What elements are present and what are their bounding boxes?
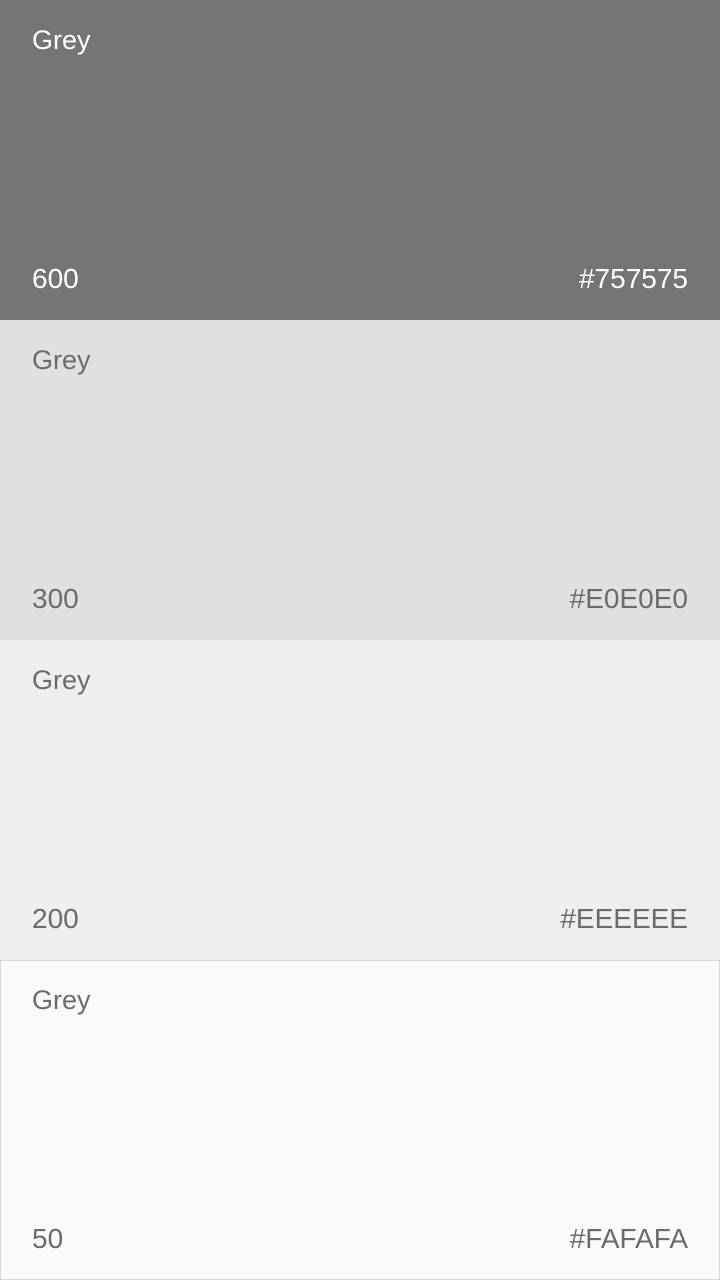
shade-label: 200 [32,903,79,934]
color-name-label: Grey [32,345,91,375]
hex-code-label: #FAFAFA [569,1223,688,1254]
color-swatch-grey-300[interactable]: Grey 300 #E0E0E0 [0,320,720,640]
color-name-label: Grey [32,25,91,55]
color-swatch-grey-200[interactable]: Grey 200 #EEEEEE [0,640,720,960]
hex-code-label: #757575 [578,263,688,294]
hex-code-label: #E0E0E0 [569,583,688,614]
hex-code-label: #EEEEEE [560,903,688,934]
color-name-label: Grey [32,665,91,695]
color-swatch-list: Grey 600 #757575 Grey 300 #E0E0E0 Grey 2… [0,0,720,1280]
shade-label: 50 [32,1223,64,1254]
color-swatch-grey-50[interactable]: Grey 50 #FAFAFA [0,960,720,1280]
color-name-label: Grey [32,985,91,1015]
shade-label: 600 [32,263,79,294]
color-swatch-grey-600[interactable]: Grey 600 #757575 [0,0,720,320]
shade-label: 300 [32,583,79,614]
